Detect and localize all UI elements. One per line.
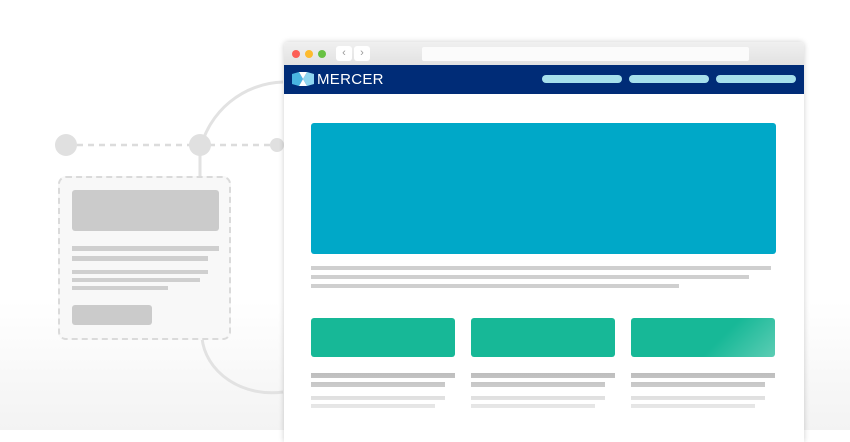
browser-window: ‹ › MERCER — [284, 42, 804, 442]
nav-item[interactable] — [716, 75, 796, 83]
nav-item[interactable] — [542, 75, 622, 83]
node-dot — [55, 134, 77, 156]
mercer-logo-icon — [292, 72, 314, 86]
feature-card — [631, 318, 775, 357]
feature-card — [471, 318, 615, 357]
placeholder-image — [72, 190, 219, 231]
close-dot-icon[interactable] — [292, 50, 300, 58]
address-bar[interactable] — [422, 47, 749, 61]
chevron-left-icon[interactable]: ‹ — [336, 46, 352, 61]
nav-item[interactable] — [629, 75, 709, 83]
node-dot — [270, 138, 284, 152]
chevron-right-icon[interactable]: › — [354, 46, 370, 61]
brand-name[interactable]: MERCER — [317, 71, 384, 88]
minimize-dot-icon[interactable] — [305, 50, 313, 58]
site-header: MERCER — [284, 65, 804, 94]
maximize-dot-icon[interactable] — [318, 50, 326, 58]
node-dot — [189, 134, 211, 156]
browser-toolbar: ‹ › — [284, 42, 804, 65]
template-placeholder-card — [58, 176, 231, 340]
feature-card — [311, 318, 455, 357]
hero-banner — [311, 123, 776, 254]
placeholder-button — [72, 305, 152, 325]
